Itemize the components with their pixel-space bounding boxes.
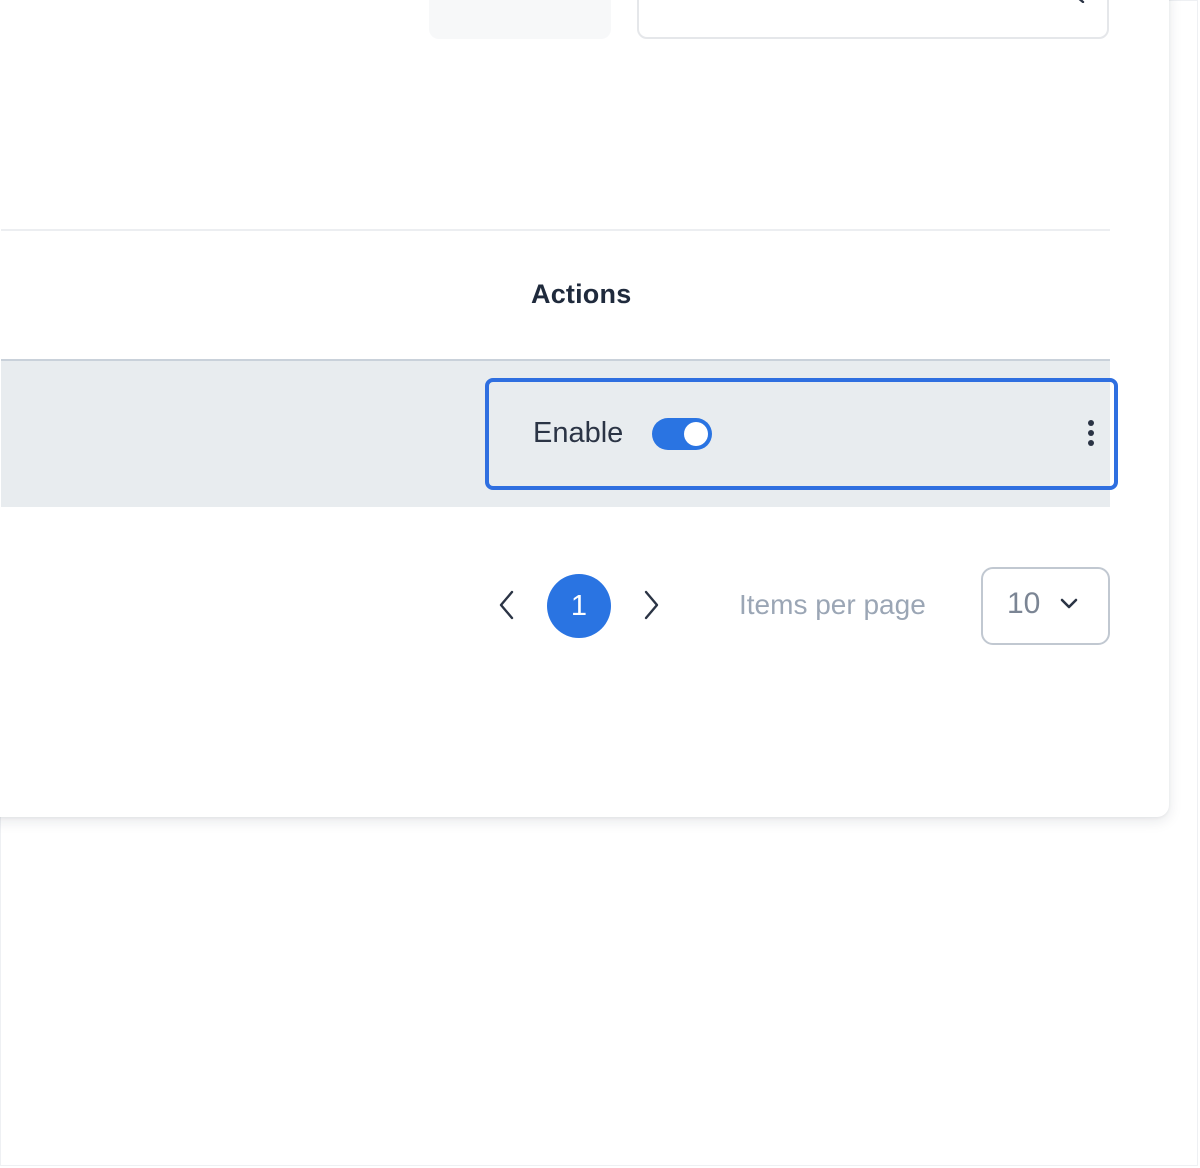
items-per-page-value: 10 (1007, 587, 1041, 620)
filter-pill[interactable] (429, 0, 611, 39)
enable-toggle[interactable] (652, 418, 712, 450)
chevron-right-icon[interactable] (637, 589, 665, 621)
chevron-down-icon (1060, 598, 1078, 609)
actions-cell[interactable]: Enable (485, 378, 1118, 490)
chevron-left-icon[interactable] (493, 589, 521, 621)
items-per-page-select[interactable]: 10 (981, 567, 1110, 645)
items-per-page-label: Items per page (739, 589, 926, 620)
column-header-actions: Actions (531, 279, 632, 309)
table-top-divider (1, 229, 1110, 231)
page-frame: Actions Enable 1 Items per page 10 (0, 0, 1198, 1166)
search-input[interactable] (637, 0, 1109, 39)
page-number-current[interactable]: 1 (547, 574, 611, 638)
search-icon (1078, 0, 1085, 3)
enable-label: Enable (533, 417, 624, 449)
more-options-icon[interactable] (1085, 420, 1097, 452)
toggle-knob (684, 422, 708, 446)
